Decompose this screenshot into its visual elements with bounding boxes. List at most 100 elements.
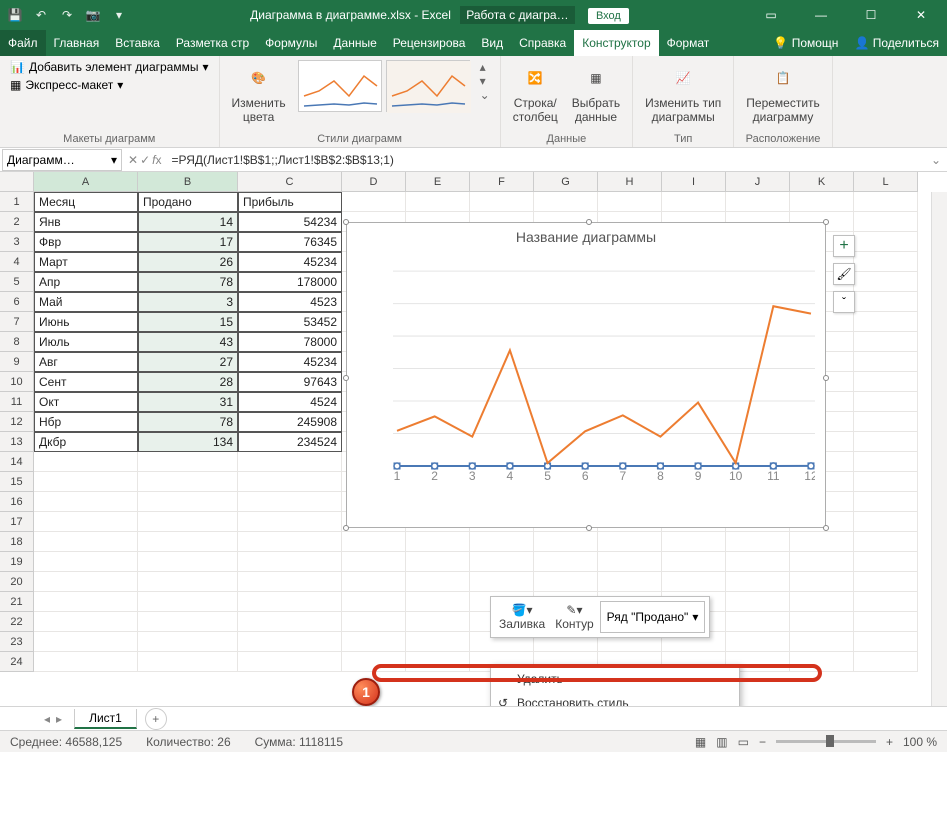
cell[interactable]: 28 (138, 372, 238, 392)
tab-format[interactable]: Формат (659, 30, 718, 56)
cell[interactable] (534, 572, 598, 592)
row-header[interactable]: 23 (0, 632, 34, 652)
cell[interactable] (790, 592, 854, 612)
outline-button[interactable]: ✎▾Контур (551, 601, 597, 633)
row-header[interactable]: 18 (0, 532, 34, 552)
cell[interactable] (534, 532, 598, 552)
view-page-layout-icon[interactable]: ▥ (716, 735, 727, 749)
cell[interactable]: Фвр (34, 232, 138, 252)
cell[interactable]: 15 (138, 312, 238, 332)
cell[interactable]: Авг (34, 352, 138, 372)
sheet-nav-prev-icon[interactable]: ◂ (44, 712, 50, 726)
cell[interactable] (470, 192, 534, 212)
cell[interactable] (138, 632, 238, 652)
cell[interactable] (406, 612, 470, 632)
cell[interactable]: Апр (34, 272, 138, 292)
quick-layout-button[interactable]: ▦Экспресс-макет▾ (10, 78, 123, 92)
switch-rowcol-button[interactable]: 🔀Строка/ столбец (511, 60, 560, 126)
row-header[interactable]: 9 (0, 352, 34, 372)
cell[interactable] (138, 532, 238, 552)
cell[interactable] (854, 572, 918, 592)
cell[interactable]: Июнь (34, 312, 138, 332)
cell[interactable] (854, 512, 918, 532)
tell-me[interactable]: 💡 Помощн (765, 30, 846, 56)
cell[interactable] (34, 592, 138, 612)
cell[interactable]: 53452 (238, 312, 342, 332)
tab-design[interactable]: Конструктор (574, 30, 658, 56)
cell[interactable]: Сент (34, 372, 138, 392)
cell[interactable] (34, 552, 138, 572)
cell[interactable] (854, 492, 918, 512)
cell[interactable]: 45234 (238, 252, 342, 272)
chart-styles-gallery[interactable] (298, 60, 470, 112)
cell[interactable] (790, 632, 854, 652)
cell[interactable] (854, 332, 918, 352)
cell[interactable] (138, 472, 238, 492)
row-header[interactable]: 16 (0, 492, 34, 512)
gallery-more-icon[interactable]: ⌄ (480, 88, 490, 102)
tab-insert[interactable]: Вставка (107, 30, 168, 56)
chart-filters-button[interactable]: ˇ (833, 291, 855, 313)
cell[interactable] (790, 612, 854, 632)
cell[interactable] (238, 512, 342, 532)
cell[interactable] (598, 532, 662, 552)
cell[interactable] (598, 572, 662, 592)
cell[interactable] (854, 592, 918, 612)
row-header[interactable]: 21 (0, 592, 34, 612)
cell[interactable] (726, 572, 790, 592)
cell[interactable]: 31 (138, 392, 238, 412)
worksheet-grid[interactable]: ABCDEFGHIJKL 123456789101112131415161718… (0, 172, 947, 706)
tab-formulas[interactable]: Формулы (257, 30, 325, 56)
cell[interactable] (406, 592, 470, 612)
cell[interactable] (342, 612, 406, 632)
view-normal-icon[interactable]: ▦ (695, 735, 706, 749)
row-header[interactable]: 19 (0, 552, 34, 572)
cell[interactable] (662, 552, 726, 572)
cell[interactable] (34, 492, 138, 512)
cell[interactable] (138, 492, 238, 512)
cell[interactable] (34, 512, 138, 532)
view-page-break-icon[interactable]: ▭ (738, 735, 749, 749)
row-header[interactable]: 6 (0, 292, 34, 312)
row-header[interactable]: 20 (0, 572, 34, 592)
cell[interactable]: 78 (138, 272, 238, 292)
undo-icon[interactable]: ↶ (32, 6, 50, 24)
cell[interactable] (790, 532, 854, 552)
series-selector[interactable]: Ряд "Продано"▾ (600, 601, 706, 633)
cell[interactable] (854, 612, 918, 632)
cm-reset-style[interactable]: ↺Восстановить стиль (491, 691, 739, 706)
embedded-chart[interactable]: Название диаграммы 050000100000150000200… (346, 222, 826, 528)
formula-input[interactable]: =РЯД(Лист1!$B$1;;Лист1!$B$2:$B$13;1) (165, 153, 924, 167)
cell[interactable] (854, 232, 918, 252)
cell[interactable]: Июль (34, 332, 138, 352)
cell[interactable] (726, 192, 790, 212)
cell[interactable] (342, 632, 406, 652)
cell[interactable]: Прибыль (238, 192, 342, 212)
select-all-corner[interactable] (0, 172, 34, 192)
cell[interactable] (662, 532, 726, 552)
cell[interactable] (854, 392, 918, 412)
cell[interactable] (854, 252, 918, 272)
chart-style-thumb[interactable] (386, 60, 470, 112)
cell[interactable] (790, 552, 854, 572)
cell[interactable]: 4523 (238, 292, 342, 312)
column-header[interactable]: H (598, 172, 662, 192)
chevron-down-icon[interactable]: ▾ (111, 153, 117, 167)
cell[interactable]: 178000 (238, 272, 342, 292)
row-header[interactable]: 14 (0, 452, 34, 472)
cell[interactable] (790, 572, 854, 592)
zoom-level[interactable]: 100 % (903, 735, 937, 749)
cell[interactable] (342, 192, 406, 212)
save-icon[interactable]: 💾 (6, 6, 24, 24)
cell[interactable] (238, 452, 342, 472)
cell[interactable] (854, 212, 918, 232)
cell[interactable] (238, 652, 342, 672)
gallery-up-icon[interactable]: ▴ (480, 60, 490, 74)
column-header[interactable]: F (470, 172, 534, 192)
cell[interactable] (34, 532, 138, 552)
change-chart-type-button[interactable]: 📈Изменить тип диаграммы (643, 60, 723, 126)
name-box[interactable]: Диаграмм…▾ (2, 149, 122, 171)
column-header[interactable]: J (726, 172, 790, 192)
maximize-button[interactable]: ☐ (851, 0, 891, 30)
minimize-button[interactable]: — (801, 0, 841, 30)
